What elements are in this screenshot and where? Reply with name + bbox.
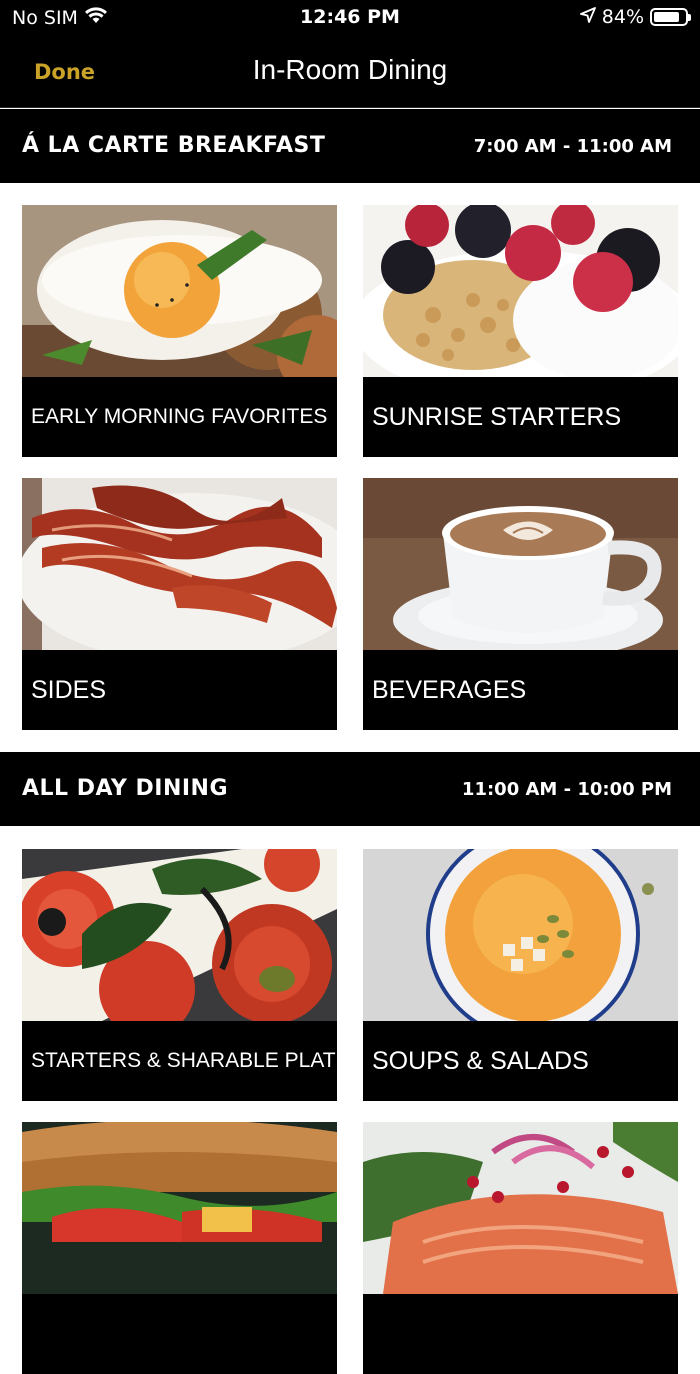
section-header-breakfast: Á LA CARTE BREAKFAST 7:00 AM - 11:00 AM: [0, 109, 700, 183]
menu-card-soups-salads[interactable]: SOUPS & SALADS: [363, 849, 678, 1101]
bacon-image: [22, 478, 337, 650]
section-title: ALL DAY DINING: [22, 776, 229, 801]
menu-card-early-morning-favorites[interactable]: EARLY MORNING FAVORITES: [22, 205, 337, 457]
card-label: SUNRISE STARTERS: [372, 402, 622, 431]
menu-card-starters-sharable-plates[interactable]: STARTERS & SHARABLE PLATES: [22, 849, 337, 1101]
card-label: SIDES: [31, 675, 107, 704]
card-label: EARLY MORNING FAVORITES: [31, 405, 328, 428]
card-label: STARTERS & SHARABLE PLATES: [31, 1049, 337, 1072]
yogurt-granola-image: [363, 205, 678, 377]
status-bar: No SIM 12:46 PM 84%: [0, 0, 700, 36]
salmon-image: [363, 1122, 678, 1294]
card-label: BEVERAGES: [372, 675, 527, 704]
coffee-cup-image: [363, 478, 678, 650]
menu-card-sunrise-starters[interactable]: SUNRISE STARTERS: [363, 205, 678, 457]
card-label: [372, 1294, 672, 1374]
menu-card-salmon[interactable]: [363, 1122, 678, 1374]
sandwich-image: [22, 1122, 337, 1294]
location-arrow-icon: [579, 6, 596, 28]
battery-icon: [650, 8, 691, 26]
section-title: Á LA CARTE BREAKFAST: [22, 133, 326, 158]
navigation-bar: Done In-Room Dining: [0, 36, 700, 108]
section-hours: 7:00 AM - 11:00 AM: [473, 136, 672, 157]
status-right: 84%: [579, 6, 691, 28]
caprese-image: [22, 849, 337, 1021]
section-hours: 11:00 AM - 10:00 PM: [461, 779, 672, 800]
soup-bowl-image: [363, 849, 678, 1021]
page-title: In-Room Dining: [252, 54, 448, 85]
fried-egg-image: [22, 205, 337, 377]
section-header-all-day-dining: ALL DAY DINING 11:00 AM - 10:00 PM: [0, 752, 700, 826]
card-label: SOUPS & SALADS: [372, 1046, 589, 1075]
menu-card-sides[interactable]: SIDES: [22, 478, 337, 730]
menu-card-sandwich[interactable]: [22, 1122, 337, 1374]
menu-card-beverages[interactable]: BEVERAGES: [363, 478, 678, 730]
card-label: [31, 1294, 331, 1374]
battery-percent: 84%: [601, 6, 644, 28]
